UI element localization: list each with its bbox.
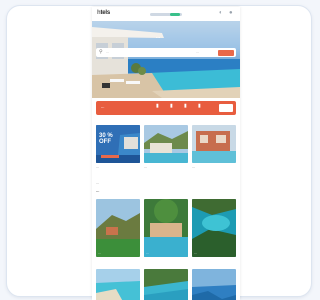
offer-caption-1: ... (96, 165, 99, 169)
section-label: ... (96, 181, 99, 185)
search-bar[interactable]: ⚲ ... ... (96, 48, 236, 57)
date-picker[interactable]: ... (196, 50, 199, 54)
destination-card-2[interactable] (144, 199, 188, 257)
promo-button[interactable] (219, 104, 233, 112)
user-icon[interactable]: ● (229, 10, 233, 16)
hero-title: ... (156, 34, 161, 40)
top-bar: htels ◐ ● (92, 7, 240, 21)
offer-card-3[interactable] (192, 125, 236, 163)
search-icon: ⚲ (99, 49, 103, 55)
offer-caption-2: ... (144, 165, 147, 169)
destination-image-4 (96, 269, 140, 300)
destination-image-2 (144, 199, 188, 257)
percent-icon: ▮ (198, 103, 201, 109)
destination-card-3[interactable] (192, 199, 236, 257)
offer-caption-3: ... (192, 165, 195, 169)
offer-card-1[interactable]: 30 % OFF (96, 125, 140, 163)
promo-text: ... (101, 104, 105, 109)
star-icon: ▮ (184, 103, 187, 109)
destination-card-6[interactable] (192, 269, 236, 300)
site-logo[interactable]: htels (97, 10, 110, 16)
promo-banner: ... ▮ ▮ ▮ ▮ (96, 101, 236, 115)
destination-image-5 (144, 269, 188, 300)
search-button[interactable] (218, 49, 234, 56)
gift-icon: ▮ (170, 103, 173, 109)
tag-icon: ▮ (156, 103, 159, 109)
nav-active-link[interactable] (170, 13, 180, 16)
offer-card-2[interactable] (144, 125, 188, 163)
hero-image (92, 27, 240, 98)
search-input[interactable]: ... (106, 50, 109, 54)
offer-book-button[interactable] (101, 155, 119, 158)
offer-image-3 (192, 125, 236, 163)
section-title: ... (96, 188, 100, 193)
destination-image-6 (192, 269, 236, 300)
logo-name: tels (100, 10, 111, 16)
hero-banner: ... ⚲ ... ... (92, 21, 240, 98)
destination-image-1 (96, 199, 140, 257)
destination-caption-1: ... (98, 251, 101, 255)
destination-image-3 (192, 199, 236, 257)
page-screenshot: htels ◐ ● ... ⚲ ... ... ... ▮ ▮ ▮ ▮ 30 %… (92, 7, 240, 300)
offer-image-2 (144, 125, 188, 163)
destination-card-1[interactable] (96, 199, 140, 257)
globe-icon[interactable]: ◐ (219, 10, 223, 16)
destination-caption-2: ... (146, 251, 149, 255)
destination-card-5[interactable] (144, 269, 188, 300)
destination-caption-3: ... (194, 251, 197, 255)
offer-badge: 30 % OFF (99, 133, 113, 146)
destination-card-4[interactable] (96, 269, 140, 300)
